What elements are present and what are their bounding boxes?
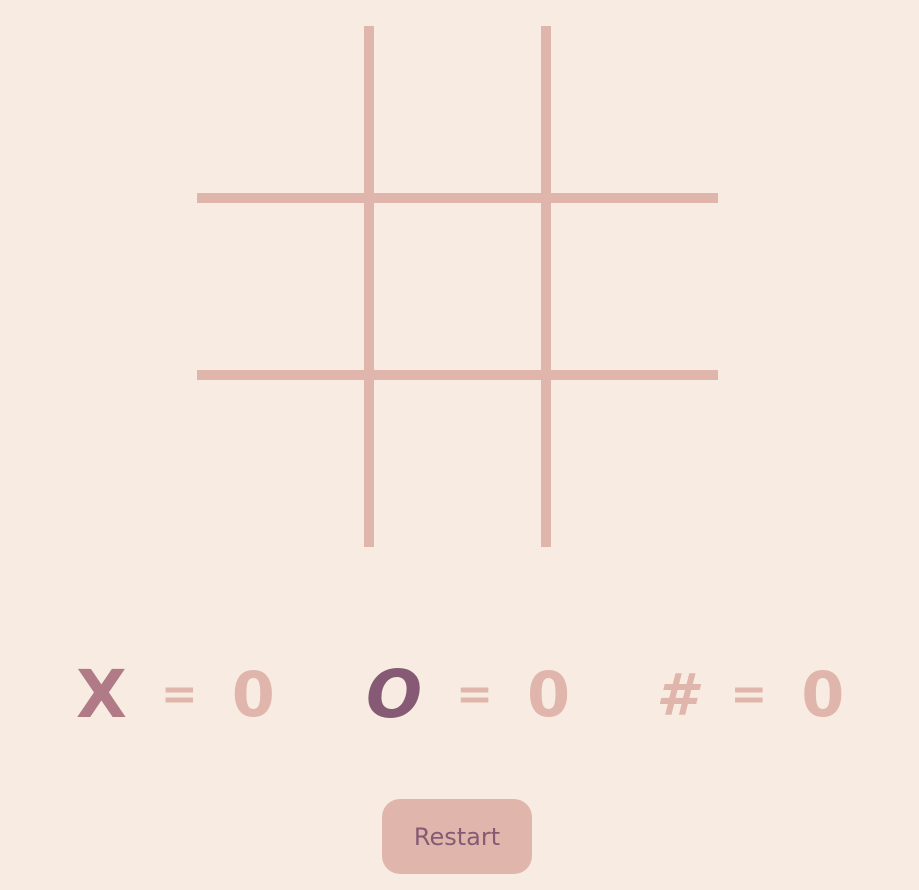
equals-sign: = xyxy=(160,669,198,720)
tie-score-value: 0 xyxy=(801,658,845,731)
o-symbol: O xyxy=(366,656,423,733)
grid-line-horizontal-2 xyxy=(197,370,718,380)
board-cell-8[interactable] xyxy=(373,376,544,547)
grid-line-vertical-1 xyxy=(364,26,374,547)
x-score-value: 0 xyxy=(231,658,275,731)
game-screen: X = 0 O = 0 # = 0 Restart xyxy=(0,0,919,890)
score-tie: # = 0 xyxy=(656,660,844,730)
score-x: X = 0 xyxy=(76,660,275,730)
equals-sign: = xyxy=(730,669,768,720)
tie-symbol: # xyxy=(656,661,697,729)
board-cell-1[interactable] xyxy=(197,26,368,197)
x-symbol: X xyxy=(76,656,127,733)
o-score-value: 0 xyxy=(526,658,571,731)
board-cell-4[interactable] xyxy=(197,202,368,373)
board-cell-9[interactable] xyxy=(547,376,718,547)
grid-line-horizontal-1 xyxy=(197,193,718,203)
tic-tac-toe-board xyxy=(197,26,718,547)
board-cell-3[interactable] xyxy=(547,26,718,197)
restart-button[interactable]: Restart xyxy=(382,799,532,874)
equals-sign: = xyxy=(456,669,493,720)
board-cell-6[interactable] xyxy=(547,202,718,373)
grid-line-vertical-2 xyxy=(541,26,551,547)
board-cell-5[interactable] xyxy=(373,202,544,373)
board-cell-7[interactable] xyxy=(197,376,368,547)
score-o: O = 0 xyxy=(366,660,570,730)
board-cell-2[interactable] xyxy=(373,26,544,197)
